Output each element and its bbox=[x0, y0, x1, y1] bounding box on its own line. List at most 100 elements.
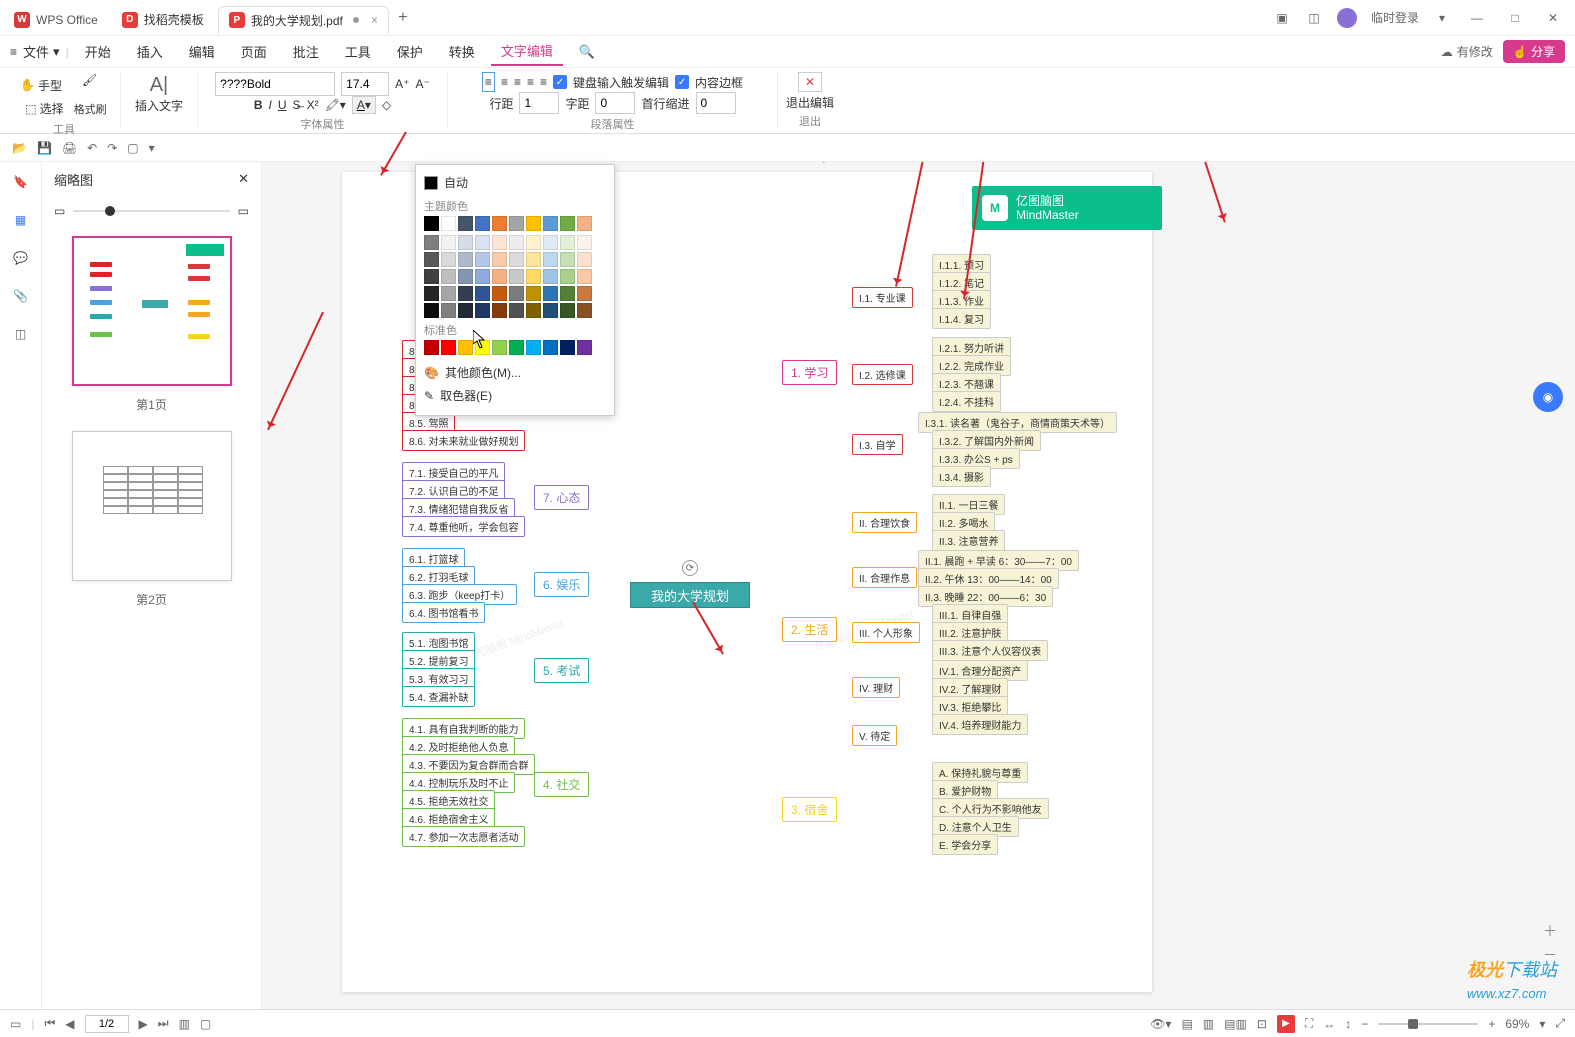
fit-width-icon[interactable]: ↔ bbox=[1323, 1017, 1335, 1031]
thumb-zoom-slider[interactable] bbox=[105, 206, 115, 216]
minimize-button[interactable]: — bbox=[1465, 11, 1489, 25]
mindmap-subnode[interactable]: IV. 理财 bbox=[852, 677, 900, 698]
color-swatch[interactable] bbox=[509, 235, 524, 250]
close-panel-icon[interactable]: ✕ bbox=[238, 171, 249, 187]
mindmap-leaf[interactable]: I.3.4. 摄影 bbox=[932, 466, 991, 487]
next-page-icon[interactable]: ▶ bbox=[139, 1017, 148, 1031]
font-name-select[interactable] bbox=[215, 72, 335, 96]
mindmap-leaf[interactable]: I.1.4. 复习 bbox=[932, 308, 991, 329]
undo-icon[interactable]: ↶ bbox=[87, 141, 97, 155]
color-swatch[interactable] bbox=[526, 235, 541, 250]
prev-page-icon[interactable]: ◀ bbox=[65, 1017, 74, 1031]
dual-page-icon[interactable]: ▥ bbox=[1203, 1017, 1214, 1031]
menu-start[interactable]: 开始 bbox=[75, 38, 121, 65]
play-button[interactable]: ▶ bbox=[1277, 1015, 1295, 1033]
color-swatch[interactable] bbox=[560, 216, 575, 231]
mindmap-leaf[interactable]: II.3. 注意营养 bbox=[932, 530, 1005, 551]
zoom-out-thumb-icon[interactable]: ▭ bbox=[54, 204, 65, 218]
color-swatch[interactable] bbox=[560, 235, 575, 250]
color-swatch[interactable] bbox=[543, 252, 558, 267]
mindmap-leaf[interactable]: 5.4. 查漏补缺 bbox=[402, 686, 475, 707]
align-center-icon[interactable]: ≡ bbox=[501, 75, 508, 89]
more-colors-option[interactable]: 🎨 其他颜色(M)... bbox=[424, 361, 606, 384]
rotate-handle[interactable]: ⟳ bbox=[682, 560, 698, 576]
color-swatch[interactable] bbox=[441, 269, 456, 284]
mindmap-leaf[interactable]: E. 学会分享 bbox=[932, 834, 998, 855]
color-swatch[interactable] bbox=[441, 340, 456, 355]
mindmap-leaf[interactable]: I.2.4. 不挂科 bbox=[932, 391, 1001, 412]
color-swatch[interactable] bbox=[475, 286, 490, 301]
mindmap-leaf[interactable]: 6.4. 图书馆看书 bbox=[402, 602, 485, 623]
mindmap-leaf[interactable]: 8.6. 对未来就业做好规划 bbox=[402, 430, 525, 451]
chevron-down-icon[interactable]: ▾ bbox=[1539, 1017, 1545, 1031]
redo-icon[interactable]: ↷ bbox=[107, 141, 117, 155]
cube-icon[interactable]: ◫ bbox=[1305, 9, 1323, 27]
mindmap-category[interactable]: 3. 宿舍 bbox=[782, 797, 837, 822]
menu-convert[interactable]: 转换 bbox=[439, 38, 485, 65]
color-swatch[interactable] bbox=[492, 269, 507, 284]
italic-button[interactable]: I bbox=[269, 98, 272, 112]
color-swatch[interactable] bbox=[560, 303, 575, 318]
menu-tools[interactable]: 工具 bbox=[335, 38, 381, 65]
color-swatch[interactable] bbox=[441, 286, 456, 301]
search-icon[interactable]: 🔍 bbox=[569, 40, 605, 64]
align-distribute-icon[interactable]: ≡ bbox=[540, 75, 547, 89]
view-mode-icon[interactable]: ▭ bbox=[10, 1017, 21, 1031]
menu-insert[interactable]: 插入 bbox=[127, 38, 173, 65]
layers-icon[interactable]: ◫ bbox=[11, 324, 31, 344]
color-swatch[interactable] bbox=[441, 252, 456, 267]
color-swatch[interactable] bbox=[424, 286, 439, 301]
close-tab-icon[interactable]: × bbox=[371, 13, 378, 27]
menu-annotate[interactable]: 批注 bbox=[283, 38, 329, 65]
color-swatch[interactable] bbox=[577, 252, 592, 267]
thumbnail-page-2[interactable] bbox=[72, 431, 232, 581]
color-swatch[interactable] bbox=[526, 303, 541, 318]
border-checkbox[interactable]: ✓ bbox=[675, 75, 689, 89]
zoom-in-icon[interactable]: + bbox=[1488, 1017, 1495, 1031]
strike-button[interactable]: S̶ bbox=[293, 98, 301, 112]
color-swatch[interactable] bbox=[543, 286, 558, 301]
mindmap-subnode[interactable]: II. 合理作息 bbox=[852, 567, 917, 588]
close-button[interactable]: ✕ bbox=[1541, 11, 1565, 25]
color-swatch[interactable] bbox=[492, 303, 507, 318]
maximize-button[interactable]: □ bbox=[1503, 11, 1527, 25]
align-left-icon[interactable]: ≡ bbox=[482, 72, 495, 92]
highlight-button[interactable]: 🖍▾ bbox=[325, 98, 346, 112]
color-swatch[interactable] bbox=[560, 252, 575, 267]
color-swatch[interactable] bbox=[424, 235, 439, 250]
menu-edit[interactable]: 编辑 bbox=[179, 38, 225, 65]
mindmap-leaf[interactable]: IV.4. 培养理财能力 bbox=[932, 714, 1028, 735]
comment-icon[interactable]: 💬 bbox=[11, 248, 31, 268]
single-icon[interactable]: ▢ bbox=[200, 1017, 211, 1031]
underline-button[interactable]: U bbox=[278, 98, 287, 112]
color-swatch[interactable] bbox=[458, 340, 473, 355]
color-swatch[interactable] bbox=[526, 252, 541, 267]
superscript-button[interactable]: X² bbox=[307, 98, 319, 112]
thumbnail-page-1[interactable] bbox=[72, 236, 232, 386]
zoom-in-canvas[interactable]: ＋ bbox=[1543, 921, 1557, 941]
color-swatch[interactable] bbox=[577, 216, 592, 231]
color-swatch[interactable] bbox=[492, 286, 507, 301]
menu-file[interactable]: 文件 ▾ bbox=[23, 42, 60, 61]
avatar[interactable] bbox=[1337, 8, 1357, 28]
zoom-value[interactable]: 69% bbox=[1505, 1017, 1529, 1031]
mindmap-subnode[interactable]: I.3. 自学 bbox=[852, 434, 903, 455]
color-swatch[interactable] bbox=[424, 303, 439, 318]
exit-edit-button[interactable]: ✕ bbox=[798, 72, 822, 92]
layout-icon[interactable]: ▣ bbox=[1273, 9, 1291, 27]
color-swatch[interactable] bbox=[492, 340, 507, 355]
color-swatch[interactable] bbox=[458, 269, 473, 284]
mindmap-subnode[interactable]: II. 合理饮食 bbox=[852, 512, 917, 533]
color-swatch[interactable] bbox=[509, 269, 524, 284]
color-swatch[interactable] bbox=[441, 235, 456, 250]
bookmark-icon[interactable]: 🔖 bbox=[11, 172, 31, 192]
select-tool[interactable]: ⬚ 选择 bbox=[21, 98, 67, 119]
color-swatch[interactable] bbox=[577, 235, 592, 250]
mindmap-subnode[interactable]: I.2. 选修课 bbox=[852, 364, 913, 385]
color-swatch[interactable] bbox=[492, 216, 507, 231]
page-layout-icon[interactable]: ▤ bbox=[1181, 1017, 1192, 1031]
color-swatch[interactable] bbox=[526, 269, 541, 284]
floating-action-button[interactable]: ◉ bbox=[1533, 382, 1563, 412]
continuous-icon[interactable]: ▥ bbox=[179, 1017, 190, 1031]
char-spacing-input[interactable] bbox=[595, 92, 635, 114]
